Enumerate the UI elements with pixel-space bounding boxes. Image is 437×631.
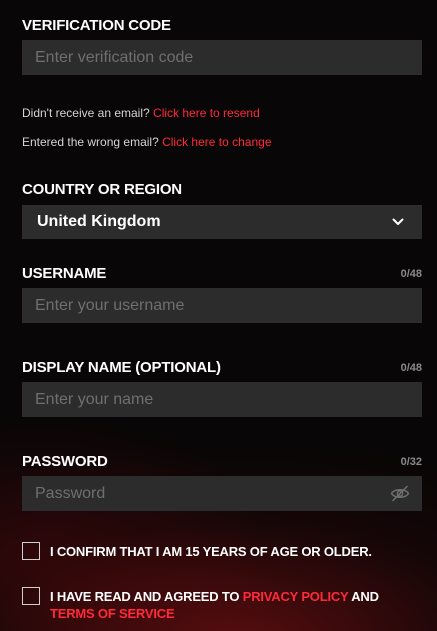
password-label: PASSWORD: [22, 453, 108, 470]
verification-code-field: [22, 40, 422, 75]
agreement-middle: AND: [348, 589, 379, 604]
age-confirm-checkbox[interactable]: [22, 542, 40, 560]
verification-code-label: VERIFICATION CODE: [22, 17, 171, 34]
resend-hint-text: Didn't receive an email?: [22, 106, 150, 120]
change-email-hint-text: Entered the wrong email?: [22, 135, 159, 149]
age-confirm-text: I CONFIRM THAT I AM 15 YEARS OF AGE OR O…: [50, 544, 372, 559]
agreement-checkbox[interactable]: [22, 587, 40, 605]
country-selected-value: United Kingdom: [37, 213, 161, 230]
agreement-prefix: I HAVE READ AND AGREED TO: [50, 589, 243, 604]
change-email-link[interactable]: Click here to change: [162, 135, 271, 149]
privacy-policy-link[interactable]: PRIVACY POLICY: [243, 589, 349, 604]
chevron-down-icon: [392, 218, 404, 225]
password-field: [22, 476, 422, 511]
username-field: [22, 288, 422, 323]
verification-code-input[interactable]: [22, 40, 422, 75]
display-name-counter: 0/48: [400, 362, 422, 374]
change-email-hint: Entered the wrong email? Click here to c…: [22, 135, 272, 149]
eye-slash-icon[interactable]: [390, 485, 410, 502]
agreement-text: I HAVE READ AND AGREED TO PRIVACY POLICY…: [50, 588, 410, 622]
password-counter: 0/32: [400, 456, 422, 468]
terms-of-service-link[interactable]: TERMS OF SERVICE: [50, 606, 175, 621]
password-input[interactable]: [22, 476, 422, 511]
resend-link[interactable]: Click here to resend: [153, 106, 260, 120]
display-name-input[interactable]: [22, 382, 422, 417]
resend-hint: Didn't receive an email? Click here to r…: [22, 106, 260, 120]
display-name-field: [22, 382, 422, 417]
country-label: COUNTRY OR REGION: [22, 181, 182, 198]
username-input[interactable]: [22, 288, 422, 323]
username-counter: 0/48: [400, 268, 422, 280]
username-label: USERNAME: [22, 265, 107, 282]
country-select[interactable]: United Kingdom: [22, 205, 422, 239]
display-name-label: DISPLAY NAME (OPTIONAL): [22, 359, 221, 376]
